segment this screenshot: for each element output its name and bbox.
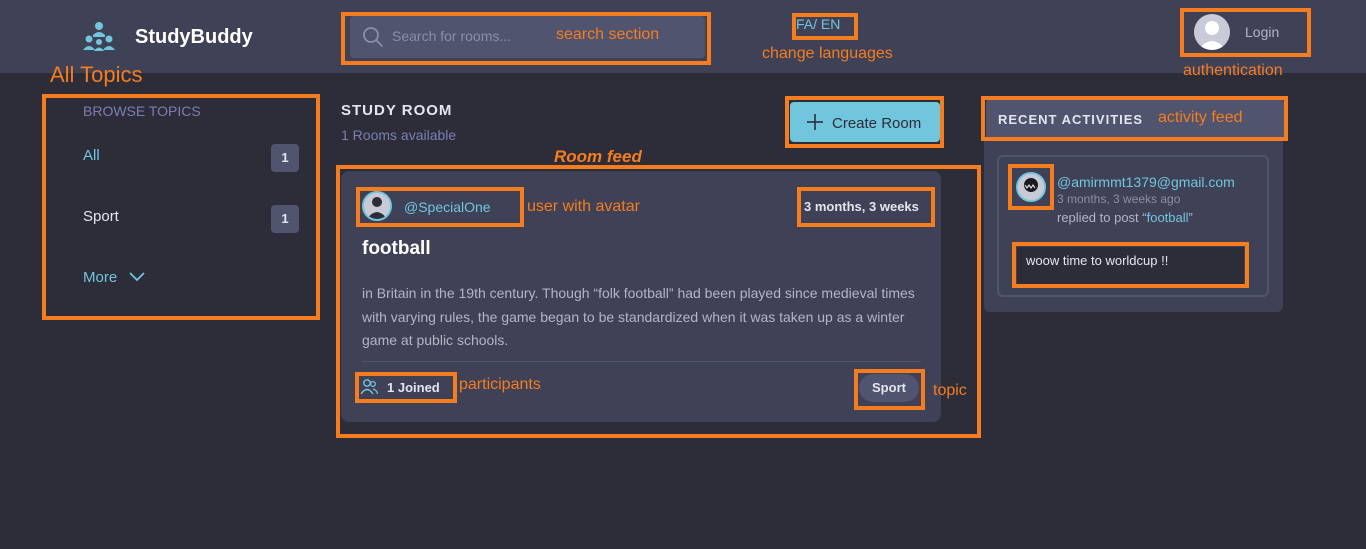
annotation-box-create [785, 96, 944, 148]
annotation-participants: participants [459, 376, 541, 393]
activity-username[interactable]: @amirmmt1379@gmail.com [1057, 174, 1235, 190]
activity-timestamp: 3 months, 3 weeks ago [1057, 192, 1181, 206]
rooms-count: 1 Rooms available [341, 127, 457, 143]
annotation-box-topic [854, 369, 925, 410]
annotation-box-message [1012, 242, 1249, 288]
annotation-search: search section [556, 26, 660, 43]
annotation-box-time [797, 187, 935, 227]
page-title: STUDY ROOM [341, 102, 453, 119]
activity-post-link[interactable]: football [1147, 210, 1189, 225]
activity-action: replied to post “football” [1057, 210, 1193, 225]
activity-action-prefix: replied to post “ [1057, 210, 1147, 225]
annotation-languages: change languages [762, 45, 893, 62]
activity-action-suffix: ” [1188, 210, 1193, 225]
annotation-box-participants [355, 372, 457, 403]
annotation-box-topics [42, 94, 320, 320]
annotation-box-language [792, 13, 858, 40]
annotation-user: user with avatar [527, 198, 640, 215]
annotation-activity: activity feed [1158, 109, 1243, 126]
annotation-topic: topic [933, 382, 967, 399]
annotation-topics: All Topics [50, 62, 143, 87]
annotation-box-auth [1180, 8, 1311, 57]
annotation-feed: Room feed [554, 147, 642, 166]
annotation-auth: authentication [1183, 62, 1283, 79]
people-group-icon [83, 22, 115, 51]
brand-name[interactable]: StudyBuddy [135, 26, 253, 49]
annotation-box-user [356, 187, 524, 227]
annotation-box-act-avatar [1008, 164, 1054, 210]
